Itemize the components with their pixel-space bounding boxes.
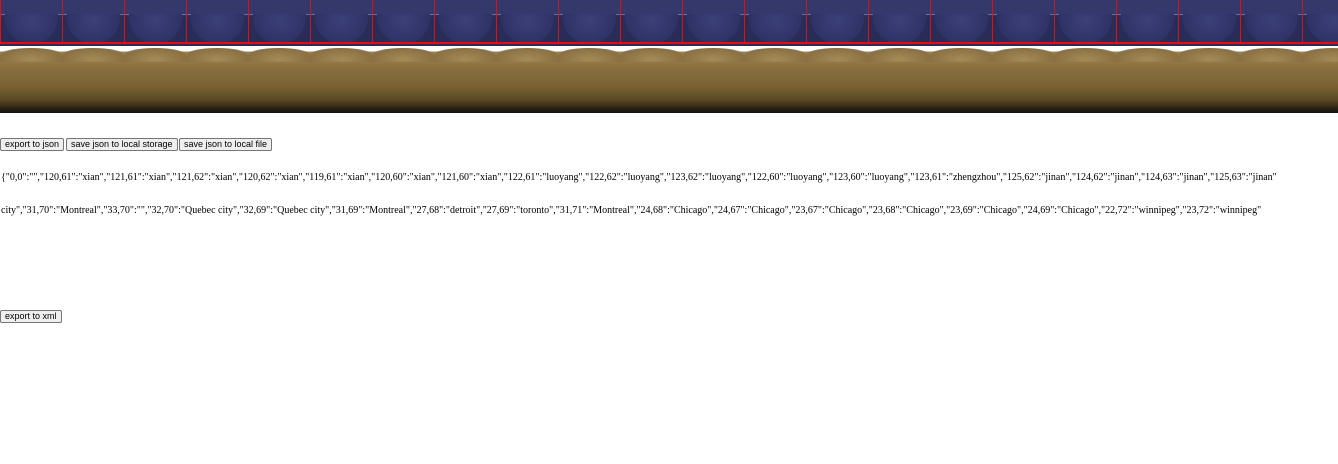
map-tile[interactable] xyxy=(186,0,248,44)
map-tile[interactable] xyxy=(1178,0,1240,44)
terrain-strip xyxy=(0,46,1338,113)
terrain-bump xyxy=(310,48,372,62)
map-tile[interactable] xyxy=(372,0,434,44)
terrain-bump xyxy=(434,48,496,62)
terrain-bump xyxy=(806,48,868,62)
json-output: {"0,0":"","120,61":"xian","121,61":"xian… xyxy=(1,150,1338,227)
terrain-bump xyxy=(1240,48,1302,62)
map-tile-strip[interactable] xyxy=(0,0,1338,46)
map-tile[interactable] xyxy=(620,0,682,44)
terrain-bump xyxy=(930,48,992,62)
map-tile[interactable] xyxy=(1054,0,1116,44)
map-tile[interactable] xyxy=(434,0,496,44)
map-tile[interactable] xyxy=(310,0,372,44)
terrain-bump xyxy=(744,48,806,62)
map-tile[interactable] xyxy=(496,0,558,44)
map-tile[interactable] xyxy=(682,0,744,44)
map-tile[interactable] xyxy=(868,0,930,44)
map-tile[interactable] xyxy=(1116,0,1178,44)
terrain-bump xyxy=(868,48,930,62)
map-tile[interactable] xyxy=(744,0,806,44)
terrain-bump xyxy=(1054,48,1116,62)
map-tile[interactable] xyxy=(62,0,124,44)
export-xml-button[interactable]: export to xml xyxy=(0,310,62,323)
terrain-bump xyxy=(186,48,248,62)
terrain-bump xyxy=(372,48,434,62)
json-output-line: city","31,70":"Montreal","33,70":"","32,… xyxy=(1,205,1262,216)
terrain-bump xyxy=(496,48,558,62)
json-output-line: {"0,0":"","120,61":"xian","121,61":"xian… xyxy=(1,172,1277,183)
map-tile[interactable] xyxy=(806,0,868,44)
terrain-bump xyxy=(62,48,124,62)
terrain-bump xyxy=(992,48,1054,62)
terrain-bump xyxy=(248,48,310,62)
map-tile[interactable] xyxy=(1302,0,1338,44)
terrain-bump xyxy=(620,48,682,62)
terrain-bump xyxy=(124,48,186,62)
terrain-bump xyxy=(682,48,744,62)
map-tile[interactable] xyxy=(558,0,620,44)
map-tile[interactable] xyxy=(992,0,1054,44)
map-tile[interactable] xyxy=(248,0,310,44)
map-tile[interactable] xyxy=(0,0,62,44)
map-tile[interactable] xyxy=(1240,0,1302,44)
terrain-bump xyxy=(0,48,62,62)
map-tile[interactable] xyxy=(930,0,992,44)
terrain-bump xyxy=(1302,48,1338,62)
map-tile[interactable] xyxy=(124,0,186,44)
terrain-bump xyxy=(1116,48,1178,62)
terrain-bump xyxy=(1178,48,1240,62)
terrain-bump xyxy=(558,48,620,62)
